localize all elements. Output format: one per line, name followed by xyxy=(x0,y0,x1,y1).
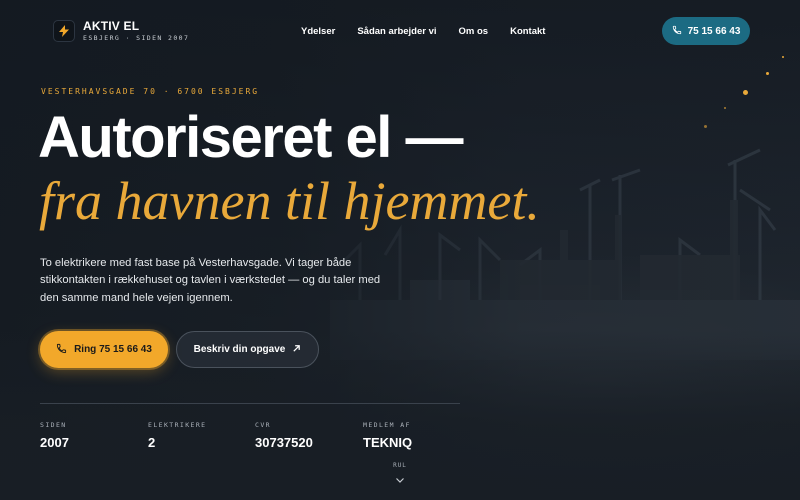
phone-icon xyxy=(672,25,682,38)
top-nav: AKTIV EL ESBJERG · SIDEN 2007 Ydelser Så… xyxy=(0,0,800,64)
stat-value: TEKNIQ xyxy=(363,435,413,450)
lightning-bolt-icon xyxy=(53,20,75,42)
nav-link-kontakt[interactable]: Kontakt xyxy=(510,26,545,37)
nav-link-ydelser[interactable]: Ydelser xyxy=(301,26,335,37)
nav-link-saadan-arbejder-vi[interactable]: Sådan arbejder vi xyxy=(357,26,436,37)
phone-icon xyxy=(56,343,67,357)
stat-label: CVR xyxy=(255,421,271,429)
stats-divider xyxy=(40,403,460,404)
nav-links: Ydelser Sådan arbejder vi Om os Kontakt xyxy=(301,26,545,37)
hero-page: AKTIV EL ESBJERG · SIDEN 2007 Ydelser Så… xyxy=(0,0,800,500)
brand-logo-link[interactable]: AKTIV EL ESBJERG · SIDEN 2007 xyxy=(53,20,189,42)
hero-headline-italic: fra havnen til hjemmet. xyxy=(39,171,540,231)
stat-since: SIDEN 2007 xyxy=(40,421,69,450)
call-button-label: Ring 75 15 66 43 xyxy=(74,344,152,355)
stat-label: MEDLEM AF xyxy=(363,421,411,429)
brand-subtitle: ESBJERG · SIDEN 2007 xyxy=(83,34,190,43)
stats-row: SIDEN 2007 ELEKTRIKERE 2 CVR 30737520 ME… xyxy=(40,421,480,461)
nav-link-om-os[interactable]: Om os xyxy=(459,26,489,37)
scroll-label: RUL xyxy=(393,462,407,469)
call-button[interactable]: Ring 75 15 66 43 xyxy=(40,331,168,368)
stat-value: 2007 xyxy=(40,435,69,450)
describe-task-button[interactable]: Beskriv din opgave xyxy=(176,331,319,368)
arrow-up-right-icon xyxy=(292,344,301,356)
stat-value: 2 xyxy=(148,435,156,450)
stat-label: ELEKTRIKERE xyxy=(148,421,207,429)
stat-member-of: MEDLEM AF TEKNIQ xyxy=(363,421,412,450)
hero-intro: To elektrikere med fast base på Vesterha… xyxy=(40,257,381,304)
stat-cvr: CVR 30737520 xyxy=(255,421,313,450)
nav-phone-button[interactable]: 75 15 66 43 xyxy=(662,17,750,45)
spark-dot xyxy=(743,90,748,95)
brand-name: AKTIV EL xyxy=(83,19,140,34)
stat-electricians: ELEKTRIKERE 2 xyxy=(148,421,206,450)
spark-dot xyxy=(766,72,769,75)
describe-task-button-label: Beskriv din opgave xyxy=(193,344,286,355)
spark-dot xyxy=(704,125,707,128)
stat-value: 30737520 xyxy=(255,435,313,450)
chevron-down-icon xyxy=(391,470,409,488)
spark-dot xyxy=(724,107,726,109)
hero-headline: Autoriseret el — xyxy=(38,105,464,170)
address-eyebrow: VESTERHAVSGADE 70 · 6700 ESBJERG xyxy=(41,87,260,96)
scroll-down-hint[interactable]: RUL xyxy=(391,462,409,488)
nav-phone-label: 75 15 66 43 xyxy=(687,25,741,37)
stat-label: SIDEN xyxy=(40,421,67,429)
